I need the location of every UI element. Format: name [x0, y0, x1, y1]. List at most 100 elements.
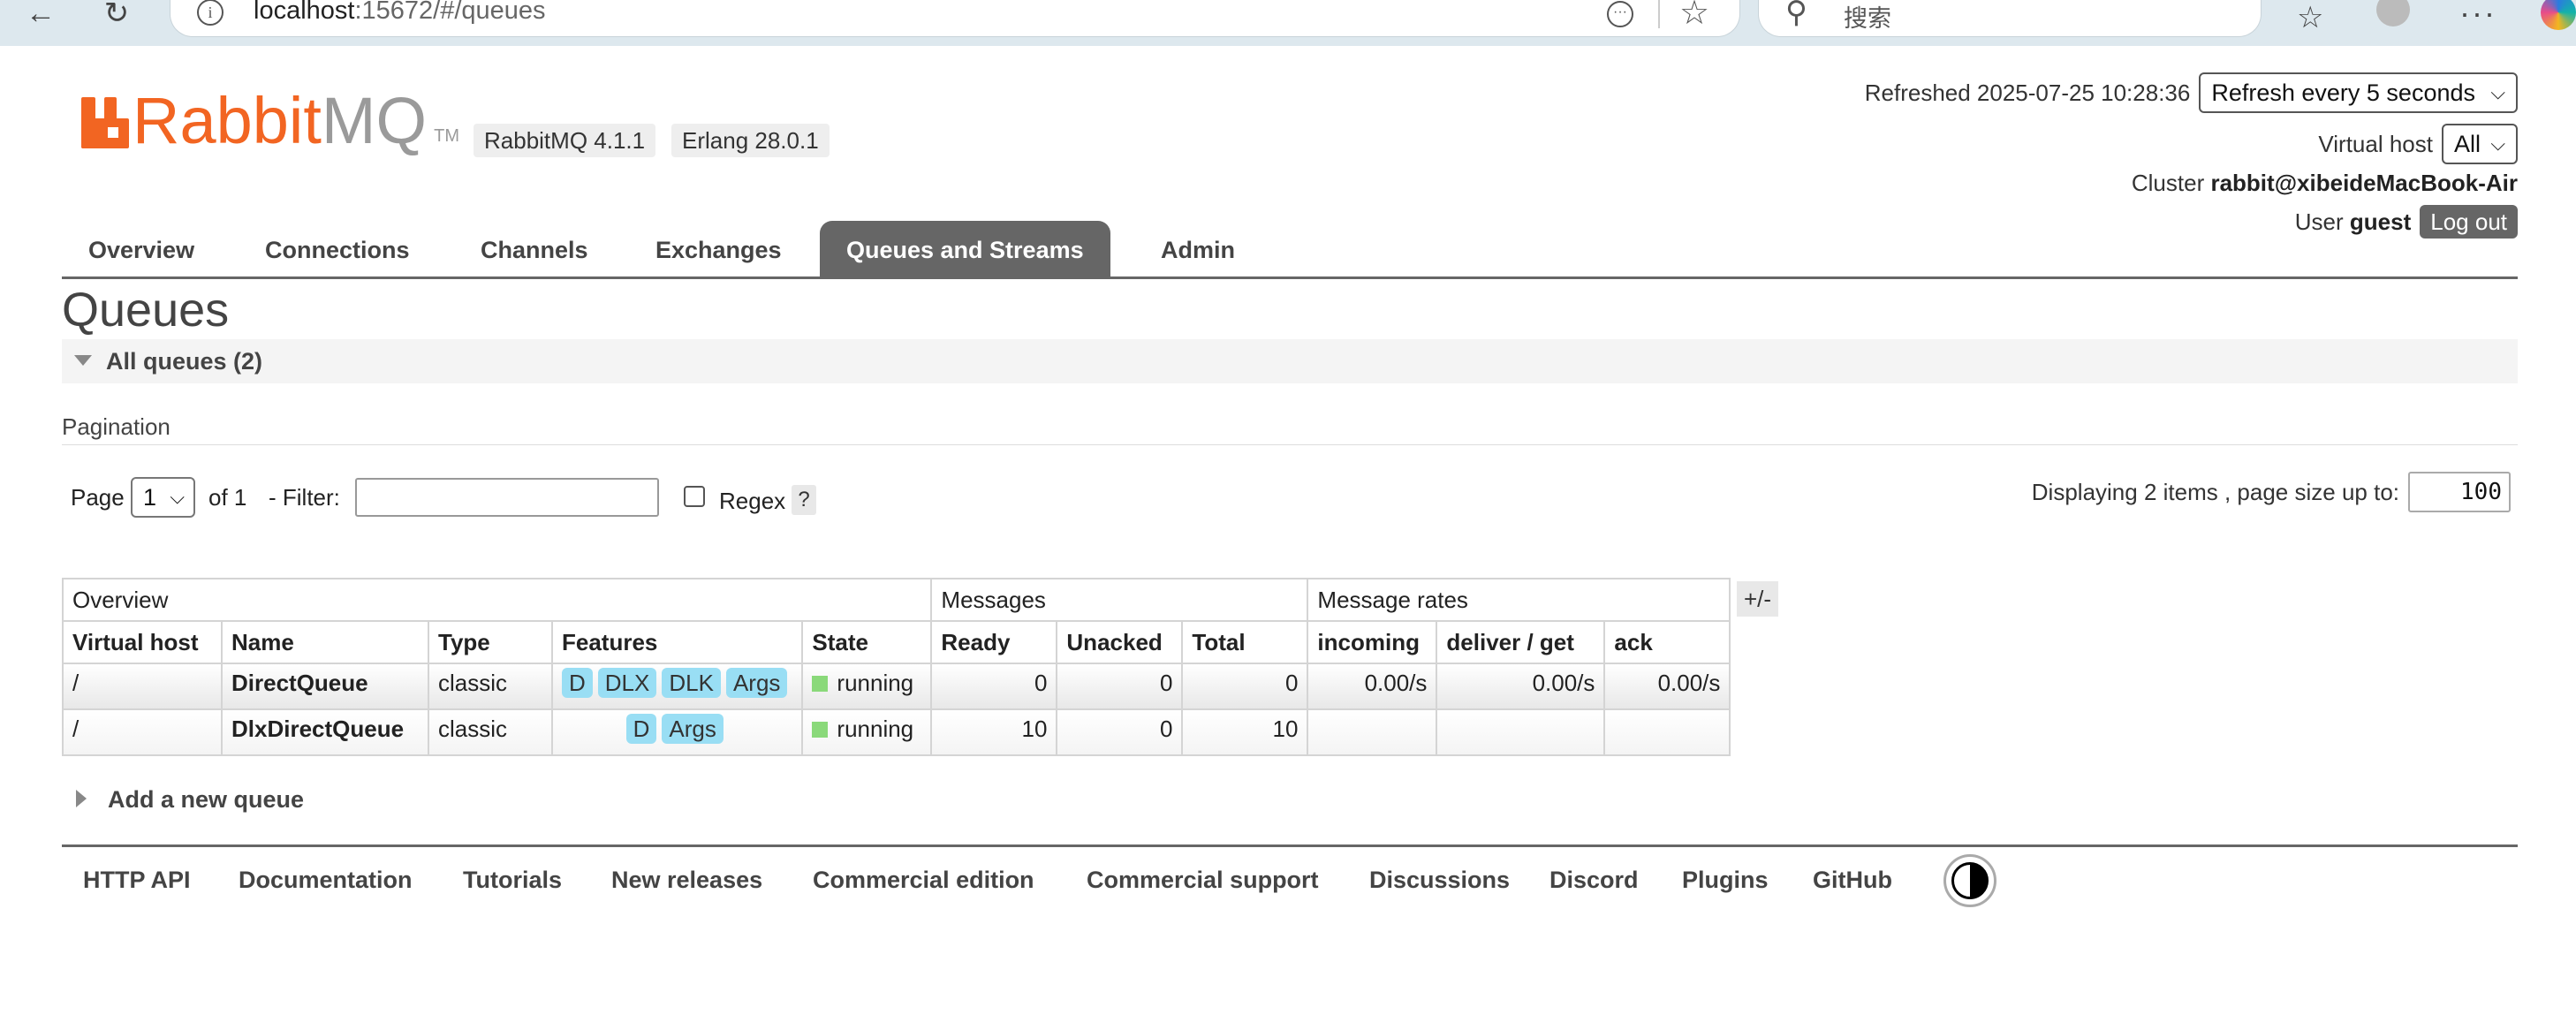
- col-ready[interactable]: Ready: [930, 620, 1058, 664]
- col-ack[interactable]: ack: [1603, 620, 1731, 664]
- theme-toggle-button[interactable]: [1943, 854, 1996, 907]
- cell-deliver-get: 0.00/s: [1436, 663, 1606, 710]
- queue-name-link[interactable]: DlxDirectQueue: [221, 708, 429, 756]
- footer-link-plugins[interactable]: Plugins: [1682, 867, 1769, 894]
- menu-dots-icon[interactable]: ···: [2459, 0, 2496, 32]
- main-nav-tabs: Overview Connections Channels Exchanges …: [62, 221, 2518, 279]
- regex-help-button[interactable]: ?: [792, 485, 816, 515]
- tab-channels[interactable]: Channels: [454, 221, 615, 276]
- tab-queues-and-streams[interactable]: Queues and Streams: [820, 221, 1110, 276]
- back-arrow-icon[interactable]: ←: [23, 0, 58, 32]
- all-queues-label: All queues (2): [106, 348, 263, 375]
- reload-icon[interactable]: ↻: [99, 0, 134, 32]
- cell-deliver-get: [1436, 708, 1606, 756]
- col-incoming[interactable]: incoming: [1307, 620, 1438, 664]
- rabbitmq-logo-mark-icon: [81, 97, 129, 148]
- rabbitmq-logo: RabbitMQ TM: [81, 88, 459, 154]
- cell-state: running: [801, 663, 933, 710]
- cell-unacked: 0: [1056, 663, 1184, 710]
- triangle-right-icon: [76, 790, 87, 807]
- col-features[interactable]: Features: [550, 620, 804, 664]
- col-deliver-get[interactable]: deliver / get: [1436, 620, 1606, 664]
- group-message-rates: Message rates: [1307, 578, 1731, 622]
- cluster-row: Cluster rabbit@xibeideMacBook-Air: [2132, 170, 2518, 197]
- logo-mq: MQ: [321, 84, 428, 157]
- col-type[interactable]: Type: [428, 620, 553, 664]
- footer-link-commercial-edition[interactable]: Commercial edition: [813, 867, 1034, 894]
- pagination-label: Pagination: [62, 413, 2518, 445]
- vhost-select[interactable]: All ⌵: [2441, 124, 2518, 164]
- add-new-queue-toggle[interactable]: Add a new queue: [76, 786, 304, 814]
- filter-input[interactable]: [355, 478, 659, 517]
- tab-exchanges[interactable]: Exchanges: [629, 221, 808, 276]
- footer-link-http-api[interactable]: HTTP API: [83, 867, 191, 894]
- footer-link-new-releases[interactable]: New releases: [611, 867, 762, 894]
- cell-state: running: [801, 708, 933, 756]
- footer-link-discord[interactable]: Discord: [1549, 867, 1639, 894]
- footer-link-documentation[interactable]: Documentation: [239, 867, 413, 894]
- cell-features: D Args: [550, 708, 804, 756]
- page-size-input[interactable]: 100: [2408, 472, 2511, 512]
- cell-ack: 0.00/s: [1603, 663, 1731, 710]
- tab-admin[interactable]: Admin: [1134, 221, 1261, 276]
- regex-checkbox[interactable]: [684, 486, 705, 507]
- copilot-icon[interactable]: [2541, 0, 2576, 30]
- regex-label: Regex: [719, 488, 786, 514]
- col-virtual-host[interactable]: Virtual host: [62, 620, 223, 664]
- cluster-name: rabbit@xibeideMacBook-Air: [2210, 170, 2518, 196]
- col-state[interactable]: State: [801, 620, 933, 664]
- info-icon[interactable]: i: [197, 0, 224, 26]
- tab-overview[interactable]: Overview: [62, 221, 221, 276]
- chevron-down-icon: ⌵: [2490, 133, 2505, 155]
- queue-name-link[interactable]: DirectQueue: [221, 663, 429, 710]
- feature-tag-durable: D: [625, 714, 657, 744]
- cell-vhost: /: [62, 663, 223, 710]
- tab-connections[interactable]: Connections: [239, 221, 436, 276]
- col-name[interactable]: Name: [221, 620, 429, 664]
- table-row[interactable]: / DlxDirectQueue classic D Args running 1…: [62, 708, 1731, 756]
- state-running-icon: [812, 722, 829, 738]
- page-select[interactable]: 1 ⌵: [131, 477, 196, 518]
- cell-incoming: [1307, 708, 1438, 756]
- footer-link-discussions[interactable]: Discussions: [1369, 867, 1510, 894]
- page-of-total: of 1: [208, 484, 247, 511]
- column-toggle-button[interactable]: +/-: [1737, 581, 1779, 617]
- table-row[interactable]: / DirectQueue classic D DLX DLK Args runnin…: [62, 663, 1731, 710]
- cell-vhost: /: [62, 708, 223, 756]
- page-select-value: 1: [143, 484, 157, 511]
- refresh-interval-select[interactable]: Refresh every 5 seconds ⌵: [2199, 72, 2518, 113]
- all-queues-section-toggle[interactable]: All queues (2): [62, 339, 2518, 383]
- refreshed-timestamp: Refreshed 2025-07-25 10:28:36: [1864, 79, 2191, 106]
- filter-label: - Filter:: [269, 484, 340, 511]
- browser-search-bar[interactable]: ⚲ 搜索: [1758, 0, 2262, 37]
- page-options-icon[interactable]: ···: [1607, 1, 1633, 27]
- feature-tag-dlk: DLK: [662, 668, 721, 698]
- address-bar[interactable]: i localhost:15672/#/queues ··· ☆: [170, 0, 1740, 37]
- star-icon[interactable]: ☆: [1679, 0, 1709, 33]
- cell-unacked: 0: [1056, 708, 1184, 756]
- profile-avatar[interactable]: [2376, 0, 2410, 27]
- url-text[interactable]: localhost:15672/#/queues: [254, 0, 546, 26]
- queues-table: Overview Messages Message rates Virtual …: [61, 578, 1731, 756]
- triangle-down-icon: [74, 355, 92, 366]
- col-unacked[interactable]: Unacked: [1056, 620, 1184, 664]
- search-icon: ⚲: [1785, 0, 1807, 29]
- state-running-icon: [812, 676, 829, 692]
- cell-ack: [1603, 708, 1731, 756]
- display-info: Displaying 2 items , page size up to:: [2031, 479, 2399, 505]
- footer-link-commercial-support[interactable]: Commercial support: [1087, 867, 1319, 894]
- feature-tag-durable: D: [562, 668, 593, 698]
- col-total[interactable]: Total: [1181, 620, 1309, 664]
- erlang-version-badge: Erlang 28.0.1: [671, 124, 830, 157]
- favorites-icon[interactable]: ☆: [2297, 0, 2323, 35]
- refresh-row: Refreshed 2025-07-25 10:28:36 Refresh ev…: [1865, 72, 2518, 113]
- cell-total: 10: [1181, 708, 1309, 756]
- state-text: running: [837, 670, 914, 696]
- group-overview: Overview: [61, 578, 933, 622]
- footer-link-github[interactable]: GitHub: [1813, 867, 1892, 894]
- feature-tag-dlx: DLX: [597, 668, 657, 698]
- cell-type: classic: [428, 663, 553, 710]
- vhost-label: Virtual host: [2318, 130, 2433, 157]
- cell-ready: 0: [930, 663, 1058, 710]
- footer-link-tutorials[interactable]: Tutorials: [463, 867, 562, 894]
